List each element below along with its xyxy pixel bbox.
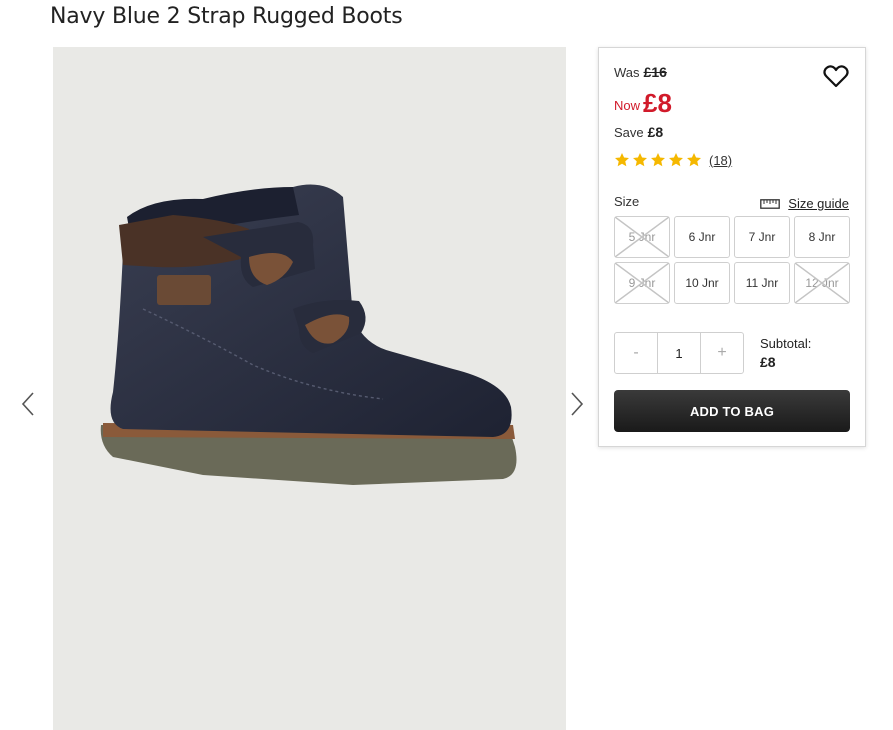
product-image: [53, 47, 566, 730]
unavailable-cross-icon: [615, 217, 669, 257]
was-label: Was: [614, 65, 640, 80]
size-option[interactable]: 6 Jnr: [674, 216, 730, 258]
heart-icon: [823, 65, 849, 88]
size-option[interactable]: 11 Jnr: [734, 262, 790, 304]
size-option-label: 10 Jnr: [685, 276, 719, 290]
size-option[interactable]: 8 Jnr: [794, 216, 850, 258]
size-option-label: 11 Jnr: [745, 276, 779, 290]
add-to-bag-button[interactable]: ADD TO BAG: [614, 390, 850, 432]
decrease-quantity-button[interactable]: -: [615, 333, 657, 373]
star-icon: [669, 153, 683, 167]
chevron-left-icon: [21, 392, 34, 416]
subtotal-label: Subtotal:: [760, 336, 812, 351]
unavailable-cross-icon: [795, 263, 849, 303]
size-guide-link[interactable]: Size guide: [760, 196, 849, 211]
star-icon: [687, 153, 701, 167]
now-amount: £8: [643, 88, 672, 118]
size-option: 12 Jnr: [794, 262, 850, 304]
star-icon: [615, 153, 629, 167]
ruler-icon: [760, 198, 781, 209]
now-label: Now: [614, 98, 641, 113]
size-label: Size: [614, 194, 640, 209]
size-option-label: 8 Jnr: [808, 230, 836, 244]
purchase-panel: Was £16 Now £8 Save £8 (18) Size Size guide…: [598, 47, 866, 447]
prev-image-button[interactable]: [17, 389, 39, 419]
star-icon: [651, 153, 665, 167]
subtotal-amount: £8: [760, 354, 776, 370]
chevron-right-icon: [571, 392, 584, 416]
was-amount: £16: [643, 64, 667, 80]
star-rating: [614, 152, 704, 168]
increase-quantity-button[interactable]: +: [701, 333, 743, 373]
size-option-label: 7 Jnr: [748, 230, 776, 244]
size-options: 5 Jnr 6 Jnr 7 Jnr 8 Jnr 9 Jnr 10 Jnr 11 Jnr 12 …: [614, 216, 850, 304]
was-price: Was £16: [614, 64, 667, 80]
subtotal: Subtotal: £8: [760, 335, 811, 371]
boot-illustration: [100, 184, 517, 485]
size-option: 9 Jnr: [614, 262, 670, 304]
now-price: Now £8: [614, 88, 672, 119]
unavailable-cross-icon: [615, 263, 669, 303]
product-title: Navy Blue 2 Strap Rugged Boots: [50, 4, 403, 29]
wishlist-button[interactable]: [823, 64, 849, 88]
save-price: Save £8: [614, 124, 663, 140]
save-amount: £8: [647, 124, 664, 140]
next-image-button[interactable]: [566, 389, 588, 419]
rating: (18): [614, 152, 732, 168]
size-option-label: 6 Jnr: [688, 230, 716, 244]
size-option[interactable]: 7 Jnr: [734, 216, 790, 258]
star-icon: [633, 153, 647, 167]
size-guide-label: Size guide: [788, 196, 849, 211]
size-option: 5 Jnr: [614, 216, 670, 258]
product-page: Navy Blue 2 Strap Rugged Boots Was £16 N…: [0, 0, 893, 730]
review-count-link[interactable]: (18): [709, 153, 732, 168]
quantity-input[interactable]: 1: [657, 333, 701, 373]
size-option[interactable]: 10 Jnr: [674, 262, 730, 304]
save-label: Save: [614, 125, 644, 140]
quantity-stepper: - 1 +: [614, 332, 744, 374]
